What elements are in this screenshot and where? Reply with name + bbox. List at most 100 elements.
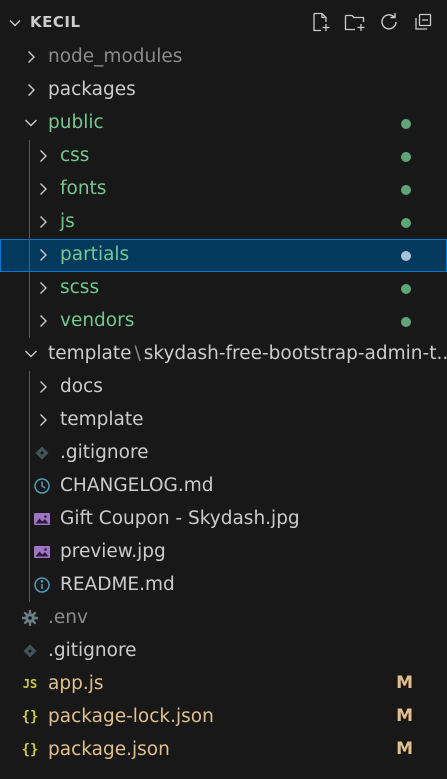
refresh-icon[interactable]	[377, 10, 401, 34]
tree-item-label: package-lock.json	[48, 706, 214, 728]
tree-item-label: .gitignore	[60, 442, 149, 464]
tree-file-item[interactable]: Gift Coupon - Skydash.jpg	[0, 503, 447, 536]
tree-folder-item[interactable]: js	[0, 206, 447, 239]
git-status-dot	[401, 152, 411, 162]
json-icon-glyph: {}	[21, 742, 39, 758]
js-icon: JS	[20, 674, 40, 694]
tree-item-name: vendors	[60, 310, 135, 331]
image-icon	[32, 509, 52, 529]
chevron-right-icon[interactable]	[34, 411, 52, 429]
new-folder-icon[interactable]	[343, 10, 367, 34]
tree-file-item[interactable]: JS app.js M	[0, 668, 447, 701]
info-icon	[32, 575, 52, 595]
git-status-dot	[401, 251, 411, 261]
tree-item-name: .gitignore	[60, 442, 149, 463]
image-icon	[32, 542, 52, 562]
git-status-dot	[401, 284, 411, 294]
tree-item-name: .gitignore	[48, 640, 137, 661]
chevron-right-icon[interactable]	[34, 378, 52, 396]
tree-item-label: package.json	[48, 739, 170, 761]
explorer-panel: KECIL node_modules packages public css f…	[0, 0, 447, 779]
path-separator: \	[134, 343, 141, 364]
tree-file-item[interactable]: {} package-lock.json M	[0, 701, 447, 734]
json-icon: {}	[20, 740, 40, 760]
tree-item-name: scss	[60, 277, 100, 298]
tree-item-name: docs	[60, 376, 103, 397]
tree-item-name: node_modules	[48, 46, 183, 67]
explorer-header[interactable]: KECIL	[0, 0, 447, 46]
tree-item-name: partials	[60, 244, 130, 265]
chevron-right-icon[interactable]	[34, 279, 52, 297]
tree-item-name: fonts	[60, 178, 107, 199]
gear-icon	[20, 608, 40, 628]
git-modified-badge: M	[396, 739, 413, 759]
tree-folder-item[interactable]: vendors	[0, 305, 447, 338]
tree-folder-item[interactable]: public	[0, 107, 447, 140]
tree-folder-item[interactable]: template	[0, 404, 447, 437]
tree-item-name: package.json	[48, 739, 170, 760]
git-modified-badge: M	[396, 706, 413, 726]
tree-folder-item[interactable]: docs	[0, 371, 447, 404]
tree-item-label: template	[60, 409, 144, 431]
git-status-dot	[401, 317, 411, 327]
chevron-right-icon[interactable]	[34, 180, 52, 198]
chevron-down-icon[interactable]	[4, 12, 26, 34]
chevron-right-icon[interactable]	[34, 213, 52, 231]
explorer-actions	[309, 10, 435, 34]
tree-folder-item[interactable]: scss	[0, 272, 447, 305]
chevron-right-icon[interactable]	[34, 246, 52, 264]
tree-item-label: fonts	[60, 178, 106, 200]
git-icon	[32, 443, 52, 463]
json-icon-glyph: {}	[21, 709, 39, 725]
tree-item-label: vendors	[60, 310, 134, 332]
tree-item-name: Gift Coupon - Skydash.jpg	[60, 508, 300, 529]
tree-item-compact-path: skydash-free-bootstrap-admin-t...	[143, 343, 447, 364]
git-status-dot	[401, 119, 411, 129]
tree-item-name: package-lock.json	[48, 706, 214, 727]
tree-file-item[interactable]: .gitignore	[0, 437, 447, 470]
json-icon: {}	[20, 707, 40, 727]
tree-folder-item[interactable]: css	[0, 140, 447, 173]
tree-folder-item[interactable]: template \ skydash-free-bootstrap-admin-t.…	[0, 338, 447, 371]
tree-item-label: preview.jpg	[60, 541, 166, 563]
tree-item-name: template	[60, 409, 144, 430]
workspace-title: KECIL	[30, 13, 81, 31]
tree-item-name: app.js	[48, 673, 104, 694]
tree-item-name: CHANGELOG.md	[60, 475, 214, 496]
tree-folder-item[interactable]: packages	[0, 74, 447, 107]
collapse-all-icon[interactable]	[411, 10, 435, 34]
clock-icon	[32, 476, 52, 496]
chevron-right-icon[interactable]	[34, 147, 52, 165]
chevron-right-icon[interactable]	[34, 312, 52, 330]
tree-item-label: docs	[60, 376, 103, 398]
tree-item-label: Gift Coupon - Skydash.jpg	[60, 508, 300, 530]
tree-item-label: js	[60, 211, 75, 233]
tree-folder-item[interactable]: node_modules	[0, 41, 447, 74]
new-file-icon[interactable]	[309, 10, 333, 34]
tree-file-item[interactable]: CHANGELOG.md	[0, 470, 447, 503]
tree-item-name: template	[48, 343, 132, 364]
tree-file-item[interactable]: .gitignore	[0, 635, 447, 668]
tree-item-label: partials	[60, 244, 129, 266]
git-status-dot	[401, 185, 411, 195]
tree-item-label: scss	[60, 277, 99, 299]
tree-folder-item[interactable]: fonts	[0, 173, 447, 206]
indent-guide	[29, 140, 30, 338]
tree-item-label: .gitignore	[48, 640, 137, 662]
chevron-down-icon[interactable]	[22, 114, 40, 132]
chevron-right-icon[interactable]	[22, 48, 40, 66]
tree-file-item[interactable]: README.md	[0, 569, 447, 602]
chevron-right-icon[interactable]	[22, 81, 40, 99]
tree-file-item[interactable]: {} package.json M	[0, 734, 447, 767]
indent-guide	[29, 371, 30, 602]
tree-item-label: .env	[48, 607, 88, 629]
tree-file-item[interactable]: preview.jpg	[0, 536, 447, 569]
tree-folder-item[interactable]: partials	[0, 239, 447, 272]
tree-item-label: README.md	[60, 574, 175, 596]
js-icon-glyph: JS	[22, 677, 38, 691]
tree-item-label: css	[60, 145, 89, 167]
chevron-down-icon[interactable]	[22, 345, 40, 363]
tree-item-name: preview.jpg	[60, 541, 166, 562]
tree-file-item[interactable]: .env	[0, 602, 447, 635]
tree-item-name: .env	[48, 607, 88, 628]
